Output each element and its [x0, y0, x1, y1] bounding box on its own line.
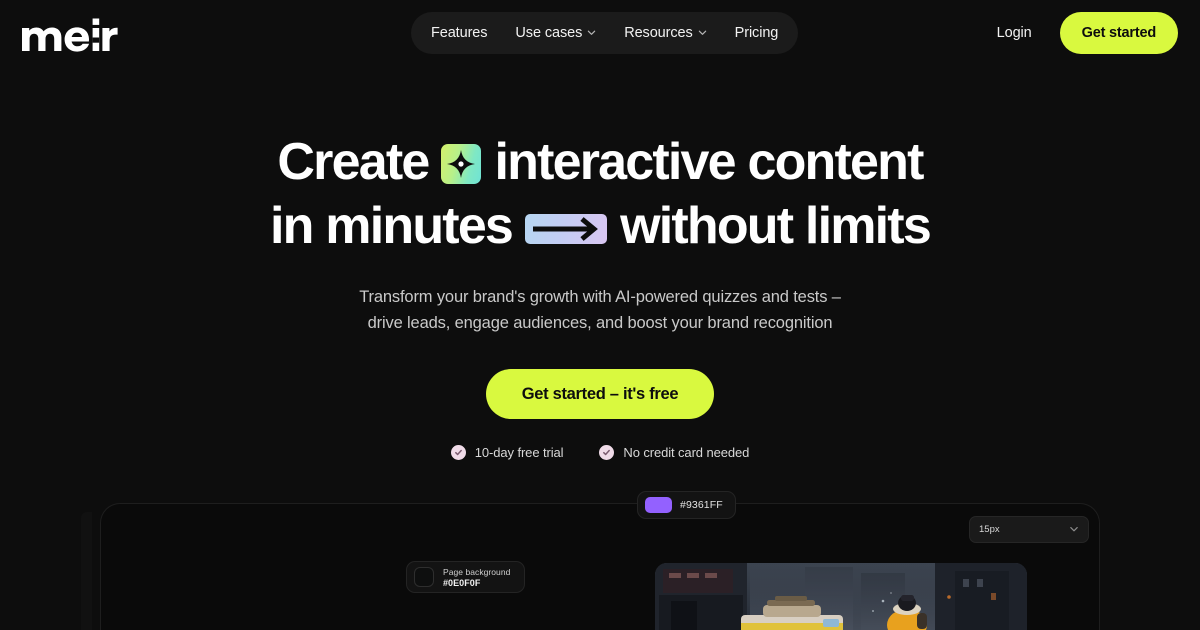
- nav-item-resources[interactable]: Resources: [610, 12, 720, 54]
- hero-subtitle-line-1: Transform your brand's growth with AI-po…: [359, 288, 841, 306]
- nav-item-label: Features: [431, 25, 488, 41]
- nav-item-label: Pricing: [734, 25, 779, 41]
- chevron-down-icon: [698, 28, 707, 37]
- page-background-label: Page background: [443, 566, 511, 577]
- get-started-button[interactable]: Get started: [1059, 12, 1178, 54]
- nav-item-features[interactable]: Features: [417, 12, 501, 54]
- check-circle-icon: [599, 445, 615, 460]
- logo[interactable]: [22, 16, 124, 52]
- color-swatch-icon: [645, 497, 672, 513]
- hero-section: Create interactive content in minutes wi…: [0, 130, 1200, 460]
- font-size-select-value: 15px: [979, 524, 1000, 535]
- trust-item-label: No credit card needed: [623, 445, 750, 460]
- headline-part-interactive-content: interactive content: [494, 133, 924, 191]
- headline-line-1: Create interactive content: [0, 130, 1200, 194]
- hero-cta-container: Get started – it's free: [0, 369, 1200, 419]
- page-title: Create interactive content in minutes wi…: [0, 130, 1200, 258]
- hero-subtitle-line-2: drive leads, engage audiences, and boost…: [367, 314, 833, 332]
- hero-get-started-button[interactable]: Get started – it's free: [485, 369, 715, 419]
- font-size-select[interactable]: 15px: [969, 516, 1089, 543]
- headline-part-in-minutes: in minutes: [270, 197, 514, 255]
- nav-item-pricing[interactable]: Pricing: [721, 12, 793, 54]
- headline-line-2: in minutes without limits: [0, 194, 1200, 258]
- headline-part-create: Create: [277, 133, 430, 191]
- page-background-chip[interactable]: Page background #0E0F0F: [406, 561, 526, 593]
- arrow-right-icon: [525, 214, 608, 244]
- trust-item-no-credit-card: No credit card needed: [599, 445, 749, 460]
- page-background-value: #0E0F0F: [443, 577, 481, 588]
- trust-item-label: 10-day free trial: [474, 445, 564, 460]
- nav-item-label: Resources: [624, 25, 693, 41]
- chevron-down-icon: [1069, 521, 1079, 539]
- site-header: Features Use cases Resources Pricing Log…: [0, 0, 1200, 66]
- nav-item-use-cases[interactable]: Use cases: [501, 12, 610, 54]
- preview-side-rail: [81, 512, 92, 630]
- main-nav: Features Use cases Resources Pricing: [411, 12, 799, 54]
- chevron-down-icon: [587, 28, 596, 37]
- meiro-logo-icon: [22, 18, 118, 52]
- trust-item-free-trial: 10-day free trial: [450, 445, 564, 460]
- nav-item-label: Use cases: [515, 25, 583, 41]
- header-actions: Login Get started: [983, 12, 1178, 54]
- sparkle-icon: [441, 144, 482, 184]
- color-swatch-chip[interactable]: #9361FF: [637, 491, 736, 519]
- image-preview: [655, 563, 1027, 630]
- page-background-swatch-icon: [414, 567, 434, 587]
- login-link[interactable]: Login: [983, 25, 1046, 41]
- headline-part-without-limits: without limits: [620, 197, 932, 255]
- check-circle-icon: [450, 445, 466, 460]
- hero-subtitle: Transform your brand's growth with AI-po…: [0, 284, 1200, 336]
- page-background-text: Page background #0E0F0F: [443, 567, 510, 588]
- city-street-scene-icon: [655, 563, 1027, 630]
- color-hex-label: #9361FF: [680, 499, 723, 511]
- trust-badges: 10-day free trial No credit card needed: [0, 445, 1200, 460]
